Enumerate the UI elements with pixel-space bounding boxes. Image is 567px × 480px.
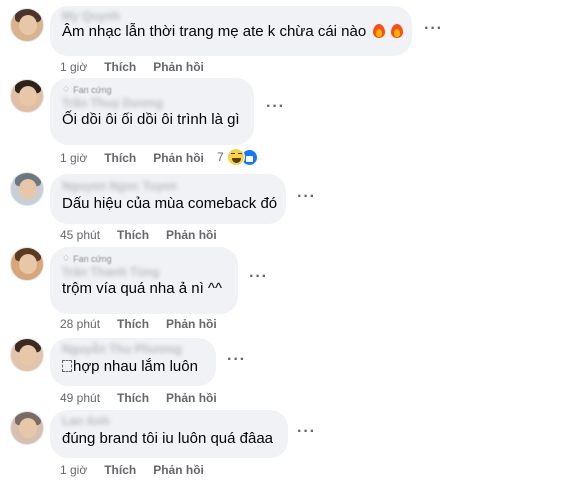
fire-emoji [390,23,403,38]
comment-actions: 28 phút Thích Phản hồi [60,317,217,331]
comment-actions: 1 giờ Thích Phản hồi [60,463,204,477]
diamond-icon: ♢ [62,253,71,263]
like-button[interactable]: Thích [117,391,149,405]
comment-text: trộm vía quá nha ả nì ^^ [62,280,222,297]
comment-text: Ối dồi ôi ối dồi ôi trình là gì [62,111,240,128]
avatar[interactable] [10,172,44,206]
comment-time[interactable]: 1 giờ [60,151,87,165]
reply-button[interactable]: Phản hồi [166,228,217,242]
comment-bubble: Lan Anh đúng brand tôi iu luôn quá đâaa [50,410,288,458]
more-options-icon[interactable]: ··· [424,20,443,38]
reaction-count: 7 [217,150,224,164]
fire-emoji [373,23,386,38]
commenter-name[interactable]: Nguyen Ngoc Tuyen [62,180,274,192]
like-button[interactable]: Thích [104,151,136,165]
commenter-name[interactable]: Nguyễn Thu Phương [62,343,204,355]
reply-button[interactable]: Phản hồi [166,391,217,405]
comment-time[interactable]: 49 phút [60,391,100,405]
diamond-icon: ♢ [62,84,71,94]
badge-label: Fan cứng [73,84,112,95]
comment-text-content: hợp nhau lắm luôn [73,358,198,375]
fan-badge: ♢ Fan cứng [62,253,226,264]
comment-bubble: Nguyễn Thu Phương hợp nhau lắm luôn [50,338,216,386]
avatar[interactable] [10,411,44,445]
reply-button[interactable]: Phản hồi [153,463,204,477]
like-button[interactable]: Thích [104,463,136,477]
comment-time[interactable]: 28 phút [60,317,100,331]
avatar[interactable] [10,338,44,372]
comment-text: Âm nhạc lẫn thời trang mẹ ate k chừa cái… [62,22,403,42]
comment-actions: 1 giờ Thích Phản hồi [60,60,204,74]
comment-text-content: Âm nhạc lẫn thời trang mẹ ate k chừa cái… [62,23,367,40]
comment-text: hợp nhau lắm luôn [62,357,204,377]
comment-bubble: Nguyen Ngoc Tuyen Dấu hiệu của mùa comeb… [50,174,286,224]
comment-text: Dấu hiệu của mùa comeback đó [62,195,278,212]
commenter-name[interactable]: Trần Thanh Tùng [62,265,226,279]
comment-time[interactable]: 1 giờ [60,60,87,74]
avatar[interactable] [10,79,44,113]
comment-bubble: ♢ Fan cứng Trần Thanh Tùng trộm vía quá … [50,247,238,314]
commenter-name[interactable]: Trần Thuy Dương [62,96,242,110]
fan-badge: ♢ Fan cứng [62,84,242,95]
reply-button[interactable]: Phản hồi [166,317,217,331]
more-options-icon[interactable]: ··· [266,98,285,116]
unknown-glyph-icon [62,360,72,372]
comment-actions: 49 phút Thích Phản hồi [60,391,217,405]
badge-label: Fan cứng [73,253,112,264]
comment-time[interactable]: 1 giờ [60,463,87,477]
comment-actions: 45 phút Thích Phản hồi [60,228,217,242]
like-button[interactable]: Thích [117,228,149,242]
more-options-icon[interactable]: ··· [249,268,268,286]
haha-reaction-icon [226,148,245,166]
reply-button[interactable]: Phản hồi [153,60,204,74]
more-options-icon[interactable]: ··· [227,351,246,369]
comment-bubble: My Quynh Âm nhạc lẫn thời trang mẹ ate k… [50,6,412,56]
commenter-name[interactable]: Lan Anh [62,415,276,427]
avatar[interactable] [10,8,44,42]
comment-text: đúng brand tôi iu luôn quá đâaa [62,430,274,447]
comment-bubble: ♢ Fan cứng Trần Thuy Dương Ối dồi ôi ối … [50,78,254,145]
reply-button[interactable]: Phản hồi [153,151,204,165]
more-options-icon[interactable]: ··· [297,188,316,206]
commenter-name[interactable]: My Quynh [62,10,400,22]
like-button[interactable]: Thích [104,60,136,74]
reactions-summary[interactable]: 7 [217,148,258,166]
avatar[interactable] [10,247,44,281]
like-button[interactable]: Thích [117,317,149,331]
comment-time[interactable]: 45 phút [60,228,100,242]
comment-actions: 1 giờ Thích Phản hồi [60,151,204,165]
more-options-icon[interactable]: ··· [297,423,316,441]
